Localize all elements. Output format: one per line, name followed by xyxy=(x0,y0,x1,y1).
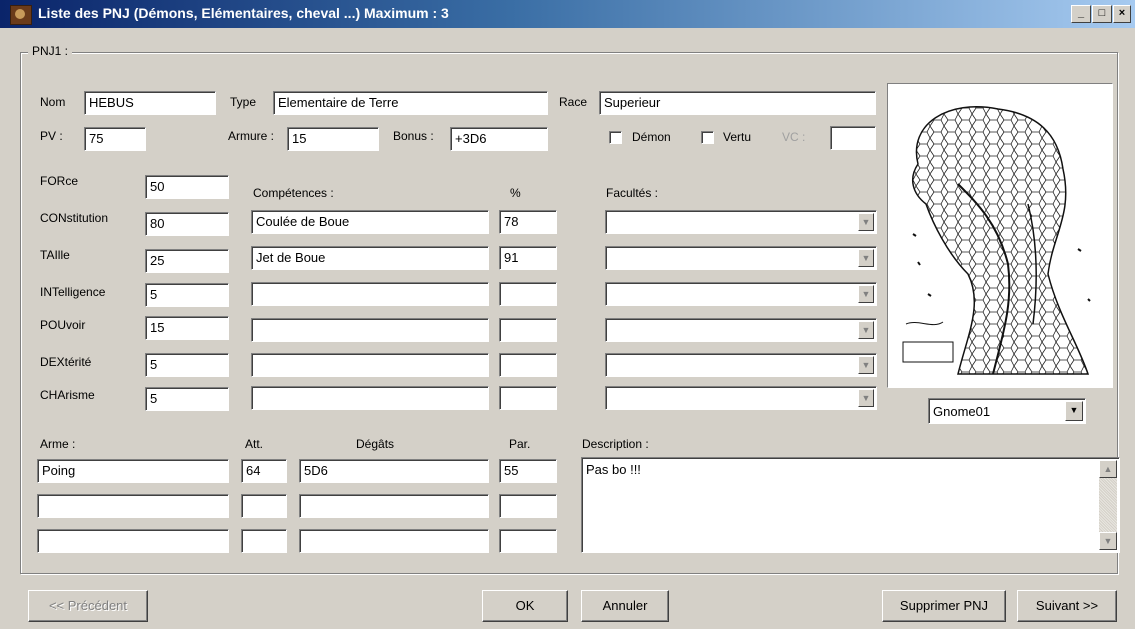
pv-input[interactable]: 75 xyxy=(84,127,146,151)
competence-name-input[interactable]: Jet de Boue xyxy=(251,246,489,270)
delete-pnj-button[interactable]: Supprimer PNJ xyxy=(882,590,1006,622)
ok-button[interactable]: OK xyxy=(482,590,568,622)
faculte-select[interactable]: ▼ xyxy=(605,246,877,270)
arme-input[interactable]: Poing xyxy=(37,459,229,483)
chevron-down-icon: ▼ xyxy=(858,213,874,231)
demon-label: Démon xyxy=(632,130,671,144)
competence-name-input[interactable]: Coulée de Boue xyxy=(251,210,489,234)
chevron-down-icon: ▼ xyxy=(858,356,874,374)
chevron-down-icon: ▼ xyxy=(858,321,874,339)
par-input[interactable]: 55 xyxy=(499,459,557,483)
type-input[interactable]: Elementaire de Terre xyxy=(273,91,548,115)
stat-input[interactable]: 5 xyxy=(145,387,229,411)
stat-input[interactable]: 25 xyxy=(145,249,229,273)
description-scrollbar[interactable]: ▲ ▼ xyxy=(1099,460,1117,550)
competence-pct-input[interactable]: 91 xyxy=(499,246,557,270)
close-button[interactable]: × xyxy=(1113,5,1131,23)
scroll-up-icon[interactable]: ▲ xyxy=(1099,460,1117,478)
degats-input[interactable]: 5D6 xyxy=(299,459,489,483)
competence-name-input[interactable] xyxy=(251,282,489,306)
competence-name-input[interactable] xyxy=(251,353,489,377)
stat-label: FORce xyxy=(40,174,79,188)
degats-input[interactable] xyxy=(299,529,489,553)
app-icon xyxy=(10,5,32,25)
att-input[interactable]: 64 xyxy=(241,459,287,483)
stat-input[interactable]: 80 xyxy=(145,212,229,236)
stat-label: POUvoir xyxy=(40,318,86,332)
previous-button[interactable]: << Précédent xyxy=(28,590,148,622)
cancel-button[interactable]: Annuler xyxy=(581,590,669,622)
competences-header: Compétences : xyxy=(253,186,334,200)
degats-header: Dégâts xyxy=(356,437,395,451)
stat-label: TAIlle xyxy=(40,248,70,262)
race-label: Race xyxy=(559,95,588,109)
faculte-select[interactable]: ▼ xyxy=(605,282,877,306)
vc-label: VC : xyxy=(782,130,806,144)
att-input[interactable] xyxy=(241,529,287,553)
competence-name-input[interactable] xyxy=(251,318,489,342)
att-header: Att. xyxy=(245,437,264,451)
scroll-down-icon[interactable]: ▼ xyxy=(1099,532,1117,550)
title-bar[interactable]: Liste des PNJ (Démons, Elémentaires, che… xyxy=(0,0,1135,28)
stat-label: CHArisme xyxy=(40,388,95,402)
chevron-down-icon[interactable]: ▼ xyxy=(1065,401,1083,421)
faculte-select[interactable]: ▼ xyxy=(605,353,877,377)
competence-pct-input[interactable] xyxy=(499,386,557,410)
nom-input[interactable]: HEBUS xyxy=(84,91,216,115)
bonus-input[interactable]: +3D6 xyxy=(450,127,548,151)
race-input[interactable]: Superieur xyxy=(599,91,876,115)
competence-pct-input[interactable] xyxy=(499,282,557,306)
percent-header: % xyxy=(510,186,521,200)
portrait-image xyxy=(887,83,1113,388)
armure-label: Armure : xyxy=(228,129,275,143)
next-button[interactable]: Suivant >> xyxy=(1017,590,1117,622)
facultes-header: Facultés : xyxy=(606,186,659,200)
stat-input[interactable]: 50 xyxy=(145,175,229,199)
competence-pct-input[interactable] xyxy=(499,318,557,342)
nom-label: Nom xyxy=(40,95,66,109)
vertu-label: Vertu xyxy=(723,130,752,144)
demon-checkbox[interactable] xyxy=(609,131,622,144)
degats-input[interactable] xyxy=(299,494,489,518)
armure-input[interactable]: 15 xyxy=(287,127,379,151)
stat-input[interactable]: 5 xyxy=(145,283,229,307)
competence-pct-input[interactable]: 78 xyxy=(499,210,557,234)
description-label: Description : xyxy=(582,437,649,451)
stat-input[interactable]: 5 xyxy=(145,353,229,377)
arme-input[interactable] xyxy=(37,494,229,518)
stat-label: INTelligence xyxy=(40,285,106,299)
creature-sketch-icon xyxy=(902,106,1091,375)
competence-name-input[interactable] xyxy=(251,386,489,410)
description-textarea[interactable]: Pas bo !!! ▲ ▼ xyxy=(581,457,1120,553)
chevron-down-icon: ▼ xyxy=(858,249,874,267)
group-label: PNJ1 : xyxy=(28,44,73,58)
bonus-label: Bonus : xyxy=(393,129,434,143)
type-label: Type xyxy=(230,95,257,109)
arme-header: Arme : xyxy=(40,437,76,451)
faculte-select[interactable]: ▼ xyxy=(605,210,877,234)
stat-label: DEXtérité xyxy=(40,355,92,369)
par-input[interactable] xyxy=(499,529,557,553)
competence-pct-input[interactable] xyxy=(499,353,557,377)
stat-label: CONstitution xyxy=(40,211,109,225)
vc-input[interactable] xyxy=(830,126,876,150)
maximize-button[interactable]: □ xyxy=(1092,5,1112,23)
description-text: Pas bo !!! xyxy=(586,462,641,477)
portrait-select[interactable]: Gnome01 ▼ xyxy=(928,398,1086,424)
chevron-down-icon: ▼ xyxy=(858,389,874,407)
faculte-select[interactable]: ▼ xyxy=(605,318,877,342)
par-header: Par. xyxy=(509,437,531,451)
faculte-select[interactable]: ▼ xyxy=(605,386,877,410)
vertu-checkbox[interactable] xyxy=(701,131,714,144)
par-input[interactable] xyxy=(499,494,557,518)
att-input[interactable] xyxy=(241,494,287,518)
stat-input[interactable]: 15 xyxy=(145,316,229,340)
arme-input[interactable] xyxy=(37,529,229,553)
chevron-down-icon: ▼ xyxy=(858,285,874,303)
pv-label: PV : xyxy=(40,129,63,143)
minimize-button[interactable]: _ xyxy=(1071,5,1091,23)
window-title: Liste des PNJ (Démons, Elémentaires, che… xyxy=(38,5,449,21)
portrait-select-value: Gnome01 xyxy=(933,404,991,419)
